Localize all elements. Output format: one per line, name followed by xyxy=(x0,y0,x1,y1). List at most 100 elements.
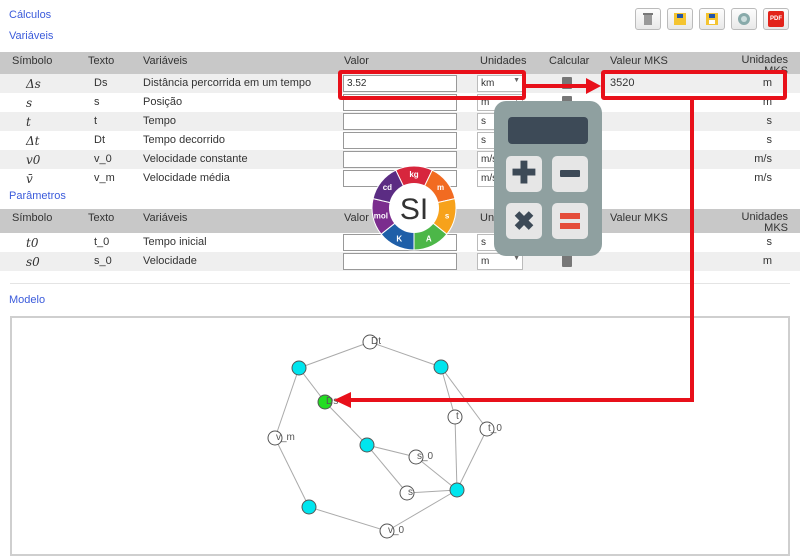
clear-button[interactable] xyxy=(635,8,661,30)
value-input[interactable] xyxy=(343,253,457,270)
variable-symbol: s xyxy=(26,96,33,110)
variable-symbol: Δt xyxy=(26,134,40,148)
graph-edge xyxy=(456,428,488,491)
graph-button[interactable] xyxy=(731,8,757,30)
trash-icon xyxy=(643,13,653,25)
col-calcular: Calcular xyxy=(549,55,590,67)
si-unit-label: mol xyxy=(374,212,388,221)
graph-edge xyxy=(366,444,408,494)
variable-name: Tempo xyxy=(143,115,177,127)
arrow-line xyxy=(350,398,694,402)
graph-node[interactable] xyxy=(449,482,465,498)
variable-text: t_0 xyxy=(94,236,110,248)
si-unit-label: kg xyxy=(409,170,418,179)
variable-symbol: Δs xyxy=(26,77,41,91)
globe-icon xyxy=(738,13,750,25)
calculator-screen xyxy=(508,117,588,144)
variable-symbol: t xyxy=(26,115,31,129)
variable-symbol: v̄ xyxy=(26,172,33,186)
arrow-line xyxy=(526,84,588,88)
graph-node-label: t_0 xyxy=(488,423,502,434)
graph-edge xyxy=(406,489,458,494)
mks-unit: s xyxy=(766,236,773,248)
variable-name: Posição xyxy=(143,96,183,108)
parameter-row: s0 s_0 Velocidade m ▼ m xyxy=(0,252,800,271)
arrow-head-right-icon xyxy=(586,78,601,94)
si-unit-label: cd xyxy=(383,183,392,192)
col-simbolo: Símbolo xyxy=(12,55,53,67)
variable-name: Tempo decorrido xyxy=(143,134,225,146)
chevron-down-icon: ▼ xyxy=(513,255,520,262)
modelo-heading[interactable]: Modelo xyxy=(9,294,45,306)
highlight-input-box xyxy=(338,70,526,100)
arrow-head-left-icon xyxy=(334,392,351,408)
variable-symbol: s0 xyxy=(26,255,40,269)
value-input[interactable] xyxy=(343,113,457,130)
variable-text: Dt xyxy=(94,134,105,146)
col-unidades: Unidades xyxy=(480,55,527,67)
save-button[interactable] xyxy=(699,8,725,30)
variable-text: v_m xyxy=(94,172,115,184)
variable-row: ΔtDtTempo decorridos▼s xyxy=(0,131,800,150)
variable-name: Velocidade média xyxy=(143,172,230,184)
parametros-heading[interactable]: Parâmetros xyxy=(9,190,66,202)
col-unidades-mks: Unidades MKS xyxy=(741,211,788,234)
si-unit-label: A xyxy=(426,235,432,244)
col-variaveis: Variáveis xyxy=(143,212,188,224)
si-unit-label: m xyxy=(437,183,444,192)
calculos-heading: Cálculos xyxy=(9,9,52,21)
graph-edge xyxy=(324,401,368,446)
mks-unit: s xyxy=(766,115,773,127)
graph-edge xyxy=(454,416,458,491)
graph-node[interactable] xyxy=(447,409,463,425)
graph-edge xyxy=(274,367,300,439)
value-input[interactable] xyxy=(343,132,457,149)
highlight-result-box xyxy=(601,70,787,100)
variable-name: Tempo inicial xyxy=(143,236,207,248)
calculate-icon[interactable] xyxy=(562,255,572,267)
mks-unit: m/s xyxy=(754,153,772,165)
unit-select-value: s xyxy=(481,135,486,146)
model-graph-panel[interactable]: Dt Ds v_m t t_0 s_0 s v_0 xyxy=(10,316,790,556)
col-valeur-mks: Valeur MKS xyxy=(610,55,668,67)
variable-text: t xyxy=(94,115,98,127)
graph-edge xyxy=(298,341,371,369)
graph-node[interactable] xyxy=(291,360,307,376)
open-button[interactable] xyxy=(667,8,693,30)
variable-text: Ds xyxy=(94,77,108,89)
unit-select-value: s xyxy=(481,116,486,127)
graph-node-label: s_0 xyxy=(417,451,434,462)
variable-text: s xyxy=(94,96,100,108)
graph-edge xyxy=(308,506,388,532)
divider xyxy=(10,283,790,284)
variaveis-heading[interactable]: Variáveis xyxy=(9,30,53,42)
si-unit-label: s xyxy=(445,212,450,221)
mks-unit: m xyxy=(762,255,772,267)
variable-text: s_0 xyxy=(94,255,112,267)
graph-node[interactable] xyxy=(433,359,449,375)
variable-name: Distância percorrida em um tempo xyxy=(143,77,312,89)
pdf-button[interactable]: PDF xyxy=(763,8,789,30)
pdf-icon: PDF xyxy=(768,11,784,27)
si-unit-label: K xyxy=(396,235,402,244)
col-texto: Texto xyxy=(88,212,115,224)
col-valor: Valor xyxy=(344,212,369,224)
col-simbolo: Símbolo xyxy=(12,212,53,224)
si-logo-text: SI xyxy=(400,193,428,226)
col-valeur-mks: Valeur MKS xyxy=(610,212,668,224)
equals-key-icon xyxy=(552,203,588,239)
open-file-icon xyxy=(674,13,686,25)
dependency-graph[interactable]: DtDsv_mtt_0s_0sv_0 xyxy=(12,318,788,554)
variable-name: Velocidade xyxy=(143,255,197,267)
mks-unit: m/s xyxy=(754,172,772,184)
pdf-label: PDF xyxy=(770,16,782,22)
multiply-key-icon: ✖ xyxy=(506,203,542,239)
variable-symbol: v0 xyxy=(26,153,41,167)
minus-key-icon xyxy=(552,156,588,192)
graph-edge xyxy=(440,366,456,418)
graph-node[interactable] xyxy=(359,437,375,453)
variable-symbol: t0 xyxy=(26,236,39,250)
graph-node[interactable] xyxy=(301,499,317,515)
graph-node-label: v_m xyxy=(276,432,295,443)
plus-key-icon: ✚ xyxy=(506,156,542,192)
